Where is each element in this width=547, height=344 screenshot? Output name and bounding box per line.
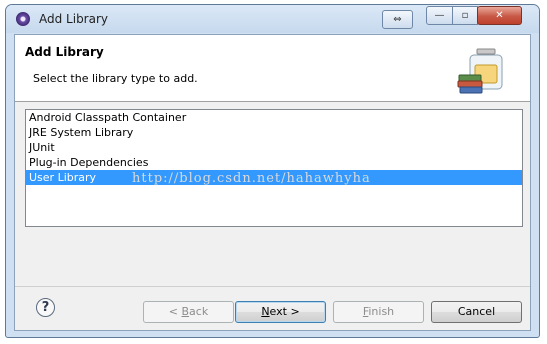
list-item-junit[interactable]: JUnit — [26, 140, 522, 155]
cancel-button[interactable]: Cancel — [431, 301, 522, 323]
maximize-button[interactable]: ▫ — [452, 6, 478, 25]
watermark-text: http://blog.csdn.net/hahawhyha — [132, 171, 371, 186]
finish-button-label: inish — [368, 305, 395, 318]
banner-title: Add Library — [25, 45, 104, 59]
close-button[interactable]: ✕ — [477, 6, 522, 25]
back-button-mnemonic: B — [181, 305, 190, 318]
next-button-label: ext > — [269, 305, 300, 318]
back-button: < Back — [143, 301, 234, 323]
next-button[interactable]: Next > — [235, 301, 326, 323]
library-jar-books-icon — [457, 48, 503, 94]
wizard-banner: Add Library Select the library type to a… — [15, 35, 530, 102]
list-item-plug-in-dependencies[interactable]: Plug-in Dependencies — [26, 155, 522, 170]
back-button-prefix: < — [168, 305, 182, 318]
list-item-jre-system-library[interactable]: JRE System Library — [26, 125, 522, 140]
banner-description: Select the library type to add. — [33, 72, 198, 85]
back-button-label: ack — [189, 305, 209, 318]
list-item-android-classpath-container[interactable]: Android Classpath Container — [26, 110, 522, 125]
minimize-button[interactable]: — — [426, 6, 453, 25]
library-type-list[interactable]: Android Classpath Container JRE System L… — [25, 109, 523, 227]
title-bar[interactable]: Add Library ⇔ — ▫ ✕ — [6, 5, 539, 33]
footer-separator — [15, 286, 530, 287]
help-icon[interactable]: ? — [36, 298, 55, 317]
finish-button: Finish — [333, 301, 424, 323]
resize-button[interactable]: ⇔ — [382, 10, 413, 29]
next-button-mnemonic: N — [261, 305, 270, 318]
eclipse-icon — [16, 12, 30, 26]
window-title: Add Library — [39, 12, 109, 26]
